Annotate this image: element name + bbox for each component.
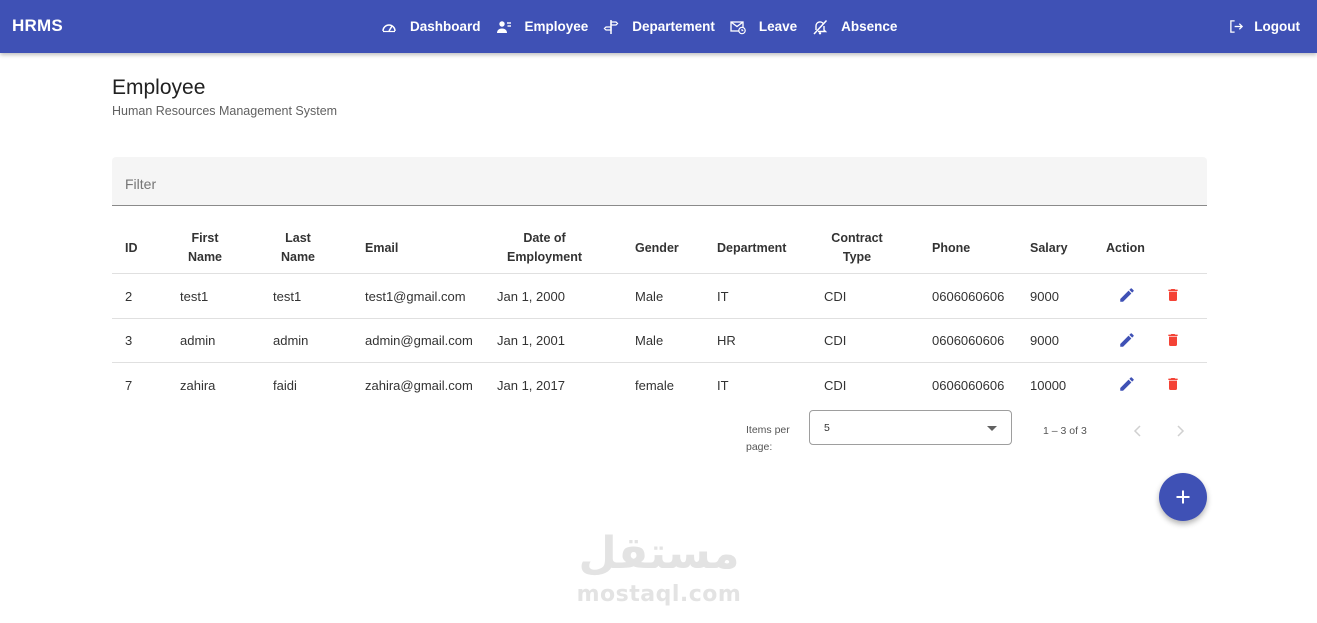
- cell-first-name: test1: [180, 288, 209, 304]
- page-subtitle: Human Resources Management System: [112, 104, 338, 118]
- cell-id: 2: [125, 288, 133, 304]
- cell-salary: 9000: [1030, 333, 1059, 349]
- signpost-icon: [603, 19, 619, 34]
- nav-leave[interactable]: Leave: [730, 19, 797, 35]
- nav-dashboard[interactable]: Dashboard: [381, 19, 481, 35]
- cell-gender: Male: [635, 288, 664, 304]
- bell-off-icon: [813, 19, 828, 35]
- nav-employee[interactable]: Employee: [496, 19, 589, 35]
- column-header-salary[interactable]: Salary: [1030, 222, 1068, 274]
- cell-email: test1@gmail.com: [365, 288, 466, 304]
- table-row: 2 test1 test1 test1@gmail.com Jan 1, 200…: [112, 274, 1207, 319]
- cell-phone: 0606060606: [932, 377, 1005, 393]
- previous-page-icon[interactable]: [1130, 423, 1146, 439]
- column-header-id[interactable]: ID: [125, 222, 138, 274]
- cell-department: IT: [717, 288, 729, 304]
- cell-salary: 10000: [1030, 377, 1067, 393]
- page-size-select[interactable]: 5: [809, 410, 1012, 445]
- logout-button[interactable]: Logout: [1229, 0, 1300, 53]
- watermark-arabic: مستقل: [578, 528, 740, 579]
- cell-department: IT: [717, 377, 729, 393]
- column-header-contract-type[interactable]: Contract Type: [824, 222, 890, 274]
- column-header-action: Action: [1106, 240, 1145, 255]
- page-range-label: 1 – 3 of 3: [1043, 425, 1087, 437]
- delete-icon[interactable]: [1165, 286, 1181, 304]
- cell-last-name: admin: [273, 333, 309, 349]
- cell-date-of-employment: Jan 1, 2017: [497, 377, 565, 393]
- edit-icon[interactable]: [1118, 375, 1136, 393]
- nav-dashboard-label: Dashboard: [410, 19, 481, 34]
- top-app-bar: HRMS Dashboard Employee Departement Leav…: [0, 0, 1317, 53]
- nav-leave-label: Leave: [758, 19, 798, 34]
- cell-gender: Male: [635, 333, 664, 349]
- cell-contract-type: CDI: [824, 288, 847, 304]
- column-header-email[interactable]: Email: [365, 222, 398, 274]
- watermark-latin: mostaql.com: [576, 582, 742, 607]
- cell-gender: female: [635, 377, 675, 393]
- employee-table: ID First Name Last Name Email Date of Em…: [112, 222, 1207, 408]
- cell-phone: 0606060606: [932, 288, 1005, 304]
- cell-date-of-employment: Jan 1, 2000: [497, 288, 565, 304]
- nav-departement-label: Departement: [632, 19, 715, 34]
- cell-last-name: faidi: [273, 377, 297, 393]
- next-page-icon[interactable]: [1172, 423, 1188, 439]
- cell-email: zahira@gmail.com: [365, 377, 473, 393]
- mail-clock-icon: [730, 20, 746, 34]
- add-employee-button[interactable]: [1159, 473, 1207, 521]
- edit-icon[interactable]: [1118, 286, 1136, 304]
- cell-last-name: test1: [273, 288, 302, 304]
- cell-id: 3: [125, 333, 133, 349]
- logout-label: Logout: [1254, 19, 1300, 34]
- column-header-department[interactable]: Department: [717, 222, 786, 274]
- items-per-page-label: Items per page:: [746, 424, 790, 453]
- cell-department: HR: [717, 333, 736, 349]
- cell-salary: 9000: [1030, 288, 1059, 304]
- cell-email: admin@gmail.com: [365, 333, 473, 349]
- cell-date-of-employment: Jan 1, 2001: [497, 333, 565, 349]
- column-header-first-name[interactable]: First Name: [180, 222, 230, 274]
- table-header-row: ID First Name Last Name Email Date of Em…: [112, 222, 1207, 274]
- delete-icon[interactable]: [1165, 331, 1181, 349]
- nav-departement[interactable]: Departement: [603, 19, 715, 35]
- column-header-gender[interactable]: Gender: [635, 222, 679, 274]
- edit-icon[interactable]: [1118, 331, 1136, 349]
- filter-input[interactable]: [112, 157, 1207, 205]
- nav-absence[interactable]: Absence: [812, 19, 897, 35]
- table-row: 3 admin admin admin@gmail.com Jan 1, 200…: [112, 319, 1207, 364]
- cell-phone: 0606060606: [932, 333, 1005, 349]
- filter-field: [112, 157, 1207, 206]
- nav-absence-label: Absence: [841, 19, 898, 34]
- speedometer-icon: [382, 23, 396, 32]
- cell-id: 7: [125, 377, 133, 393]
- page-title: Employee: [112, 76, 206, 99]
- app-brand[interactable]: HRMS: [12, 16, 63, 36]
- cell-first-name: admin: [180, 333, 216, 349]
- column-header-last-name[interactable]: Last Name: [273, 222, 323, 274]
- plus-icon: [1176, 490, 1190, 504]
- watermark: مستقل mostaql.com: [559, 525, 759, 607]
- table-row: 7 zahira faidi zahira@gmail.com Jan 1, 2…: [112, 363, 1207, 408]
- column-header-phone[interactable]: Phone: [932, 222, 970, 274]
- column-header-date-of-employment[interactable]: Date of Employment: [497, 222, 592, 274]
- cell-first-name: zahira: [180, 377, 216, 393]
- page-size-value: 5: [824, 422, 830, 434]
- cell-contract-type: CDI: [824, 377, 847, 393]
- cell-contract-type: CDI: [824, 333, 847, 349]
- logout-icon: [1230, 20, 1244, 33]
- nav-employee-label: Employee: [524, 19, 589, 34]
- main-nav: Dashboard Employee Departement Leave Abs…: [381, 0, 912, 53]
- dropdown-arrow-icon: [987, 426, 997, 431]
- people-icon: [496, 20, 511, 33]
- delete-icon[interactable]: [1165, 375, 1181, 393]
